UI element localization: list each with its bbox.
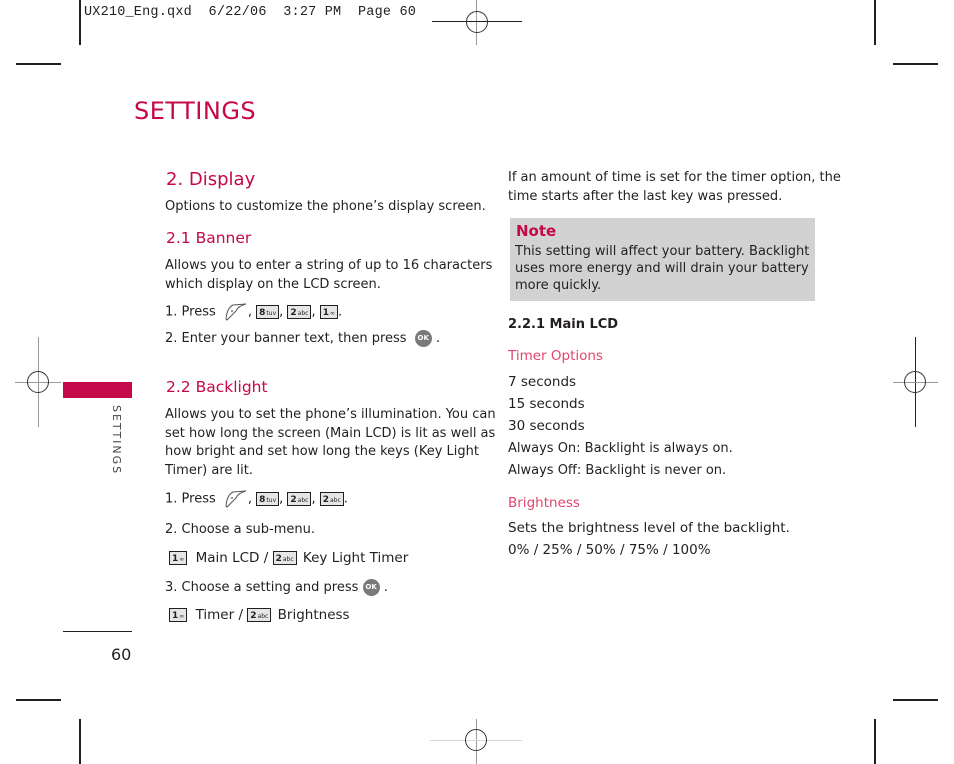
text-line: set how long the screen (Main LCD) is li… (165, 425, 496, 441)
print-slug: UX210_Eng.qxd 6/22/06 3:27 PM Page 60 (84, 5, 416, 20)
brightness-levels: 0% / 25% / 50% / 75% / 100% (508, 542, 711, 558)
backlight-step-3: 3. Choose a setting and press OK . (165, 579, 388, 596)
crop-mark (893, 63, 938, 65)
setting-brightness: Brightness (277, 607, 350, 623)
page-title: SETTINGS (134, 97, 257, 125)
key-2-icon: 2abc (319, 492, 344, 506)
ok-button-icon: OK (414, 330, 432, 347)
text-line: This setting will affect your battery. B… (515, 244, 810, 259)
subsection-heading-backlight: 2.2 Backlight (166, 378, 268, 396)
backlight-step-2: 2. Choose a sub-menu. (165, 522, 315, 537)
timer-intro: If an amount of time is set for the time… (508, 169, 841, 206)
ok-button-icon: OK (362, 579, 380, 596)
crop-mark (893, 699, 938, 701)
text-line: uses more energy and will drain your bat… (515, 261, 809, 276)
brightness-description: Sets the brightness level of the backlig… (508, 520, 790, 536)
subsection-heading-banner: 2.1 Banner (166, 229, 252, 247)
timer-option: 15 seconds (508, 396, 585, 413)
display-intro: Options to customize the phone’s display… (165, 199, 486, 214)
timer-options-list: 7 seconds 15 seconds 30 seconds Always O… (508, 371, 733, 482)
timer-option: Always On: Backlight is always on. (508, 440, 733, 456)
key-2-icon: 2abc (272, 551, 297, 565)
brightness-heading: Brightness (508, 495, 580, 511)
backlight-step-1: 1. Press , 8tuv, 2abc, 2abc. (165, 490, 348, 508)
menu-softkey-icon (225, 490, 247, 508)
key-2-icon: 2abc (287, 492, 312, 506)
crop-mark (16, 63, 61, 65)
key-2-icon: 2abc (287, 305, 312, 319)
submenu-main-lcd: Main LCD / (195, 550, 269, 566)
step-text: 1. Press (165, 304, 216, 320)
text-line: Allows you to set the phone’s illuminati… (165, 407, 496, 422)
backlight-setting-options: 1∞ Timer / 2abc Brightness (169, 606, 350, 625)
key-8-icon: 8tuv (256, 305, 280, 319)
crop-mark (79, 719, 81, 764)
main-lcd-heading: 2.2.1 Main LCD (508, 317, 619, 332)
crop-mark (16, 699, 61, 701)
registration-circle-icon (465, 729, 487, 751)
text-line: If an amount of time is set for the time… (508, 170, 841, 185)
timer-option: 7 seconds (508, 374, 577, 390)
setting-timer: Timer / (195, 607, 243, 623)
section-heading-display: 2. Display (166, 169, 256, 190)
timer-option: 30 seconds (508, 418, 585, 435)
text-line: time starts after the last key was press… (508, 188, 783, 204)
sidebar-tab-marker (63, 382, 132, 398)
key-1-icon: 1∞ (169, 608, 188, 622)
registration-circle-icon (466, 11, 488, 33)
submenu-key-light-timer: Key Light Timer (302, 550, 409, 566)
text-line: how bright and set how long the keys (Ke… (165, 444, 479, 459)
slug-time: 3:27 PM (283, 5, 342, 20)
backlight-submenu-options: 1∞ Main LCD / 2abc Key Light Timer (169, 549, 408, 568)
note-title: Note (516, 222, 557, 240)
crop-mark (874, 719, 876, 764)
page-number: 60 (111, 645, 132, 664)
registration-circle-icon (904, 371, 926, 393)
banner-description: Allows you to enter a string of up to 16… (165, 257, 492, 294)
banner-step-2: 2. Enter your banner text, then press OK… (165, 330, 440, 347)
timer-option: Always Off: Backlight is never on. (508, 462, 727, 478)
text-line: Allows you to enter a string of up to 16… (165, 258, 493, 273)
key-2-icon: 2abc (247, 608, 272, 622)
page-number-rule (63, 631, 132, 632)
note-text: This setting will affect your battery. B… (515, 243, 809, 294)
text-line: Timer) are lit. (165, 462, 253, 478)
text-line: more quickly. (515, 278, 602, 293)
step-text: 1. Press (165, 491, 216, 507)
note-box: Note This setting will affect your batte… (510, 218, 815, 301)
menu-softkey-icon (225, 303, 247, 321)
timer-options-heading: Timer Options (508, 348, 603, 364)
key-1-icon: 1∞ (319, 305, 338, 319)
step-text: 3. Choose a setting and press (165, 580, 359, 595)
slug-page: Page 60 (357, 5, 417, 20)
sidebar-tab-label: SETTINGS (110, 405, 123, 476)
slug-filename: UX210_Eng.qxd (84, 5, 192, 20)
registration-circle-icon (27, 371, 49, 393)
text-line: which display on the LCD screen. (165, 276, 381, 292)
step-text: 2. Enter your banner text, then press (165, 331, 407, 346)
key-1-icon: 1∞ (169, 551, 188, 565)
crop-mark (874, 0, 876, 45)
crop-mark (79, 0, 81, 45)
key-8-icon: 8tuv (256, 492, 280, 506)
backlight-description: Allows you to set the phone’s illuminati… (165, 406, 496, 480)
slug-date: 6/22/06 (208, 5, 267, 20)
banner-step-1: 1. Press , 8tuv, 2abc, 1∞. (165, 303, 343, 321)
